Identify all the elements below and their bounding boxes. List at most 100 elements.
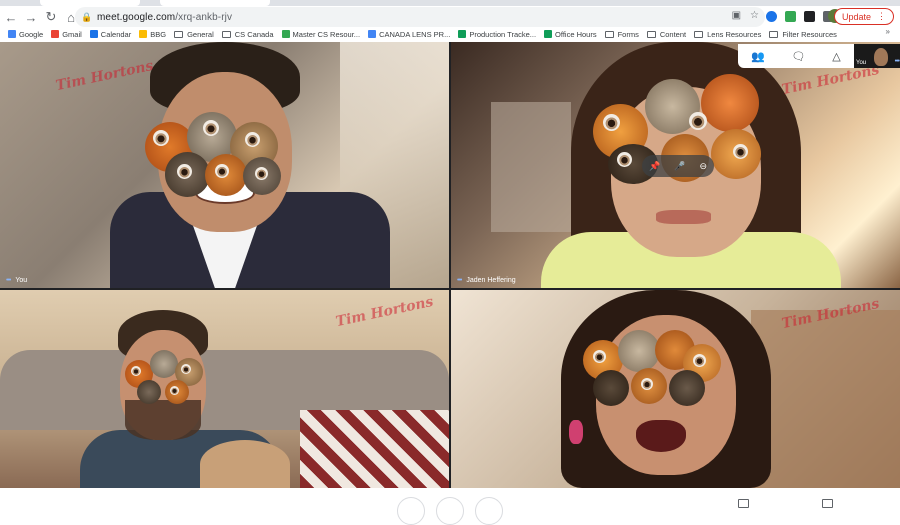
participant-tile[interactable]: Tim Hortons	[0, 290, 449, 488]
bookmark-blue-icon	[368, 30, 377, 38]
url-text: meet.google.com/xrq-ankb-rjv	[97, 12, 232, 23]
meet-grid: Tim Hortons ••• You Tim Hortons ••• Jaden …	[0, 42, 900, 488]
url-path: /xrq-ankb-rjv	[175, 11, 233, 23]
bookmark-label: CS Canada	[234, 29, 274, 39]
donut-glasses-lens	[145, 112, 281, 202]
audio-dots-icon: •••	[457, 277, 462, 284]
background-wall	[491, 102, 571, 232]
bookmark-item[interactable]: Forms	[604, 29, 639, 39]
background-door	[751, 310, 900, 488]
bookmark-label: BBG	[150, 29, 167, 39]
chat-icon[interactable]: 🗨	[792, 50, 806, 63]
folder-icon	[694, 30, 704, 38]
extensions-area	[766, 9, 834, 23]
participant-name-label: Jaden Heffering	[466, 277, 516, 284]
menu-kebab-icon: ⋮	[877, 11, 886, 21]
bookmark-label: Forms	[617, 29, 639, 39]
bookmark-label: Master CS Resour...	[292, 29, 361, 39]
mic-toggle-button[interactable]	[397, 497, 425, 525]
brand-watermark: Tim Hortons	[334, 293, 435, 331]
earring	[569, 420, 583, 444]
donut-glasses-lens	[583, 330, 723, 410]
url-host: meet.google.com	[97, 11, 176, 23]
google-icon	[8, 30, 16, 38]
activities-icon[interactable]: △	[832, 50, 840, 63]
bookmark-label: Calendar	[100, 29, 132, 39]
bookmark-item[interactable]: Production Tracke...	[458, 30, 536, 39]
tile-hover-controls: 📌 🎤 ⊖	[642, 155, 714, 177]
drive-icon	[281, 30, 290, 38]
pin-icon[interactable]: 📌	[649, 161, 660, 172]
bookmark-item[interactable]: Gmail	[51, 30, 82, 39]
sheets-icon	[544, 30, 553, 38]
more-options-icon[interactable]: •••	[895, 58, 900, 65]
sheets-icon	[458, 30, 467, 38]
extension-green-icon[interactable]	[785, 10, 796, 22]
update-button[interactable]: Update ⋮	[833, 8, 894, 25]
participant-tile[interactable]: Tim Hortons ••• You	[0, 42, 449, 288]
folder-icon	[221, 30, 231, 38]
folder-icon	[604, 30, 614, 38]
bookmarks-overflow-icon[interactable]: »	[886, 27, 890, 36]
bookmark-item[interactable]: General	[174, 30, 214, 39]
bookmark-item[interactable]: Calendar	[89, 29, 132, 39]
donut-glasses-lens	[125, 350, 205, 405]
blanket	[300, 410, 449, 488]
bookmark-label: Production Tracke...	[469, 29, 537, 39]
bookmark-item[interactable]: Lens Resources	[694, 30, 761, 39]
camera-icon[interactable]: ▣	[732, 10, 741, 21]
participant-tile[interactable]: Tim Hortons	[451, 290, 900, 488]
calendar-icon	[89, 30, 98, 38]
folder-icon	[769, 30, 779, 38]
bookmark-label: Gmail	[62, 29, 82, 39]
camera-toggle-button[interactable]	[475, 497, 503, 525]
bookmark-label: Lens Resources	[707, 29, 762, 39]
bookmark-item[interactable]: Google	[8, 30, 43, 39]
brand-watermark: Tim Hortons	[54, 57, 155, 95]
bookmark-item[interactable]: Content	[646, 29, 687, 39]
star-icon[interactable]: ☆	[750, 10, 759, 21]
people-icon[interactable]: 👥	[751, 50, 765, 63]
meet-top-panel: 👥 🗨 △	[738, 44, 854, 68]
leave-call-button[interactable]	[436, 497, 464, 525]
bookmarks-bar: Google Gmail Calendar BBG General CS Canada Ma…	[0, 27, 900, 41]
meet-bottom-bar	[0, 488, 900, 525]
bookmark-item[interactable]: Office Hours	[544, 30, 597, 39]
bookmark-item[interactable]: CANADA LENS PR...	[368, 30, 450, 39]
browser-toolbar: ← → ↻ ⌂ 🔒 meet.google.com/xrq-ankb-rjv ▣…	[0, 6, 900, 28]
reload-icon[interactable]: ↻	[42, 8, 60, 26]
beard	[125, 400, 201, 440]
bookmark-item[interactable]: Master CS Resour...	[281, 29, 361, 39]
bookmark-label: Office Hours	[555, 29, 597, 39]
self-view-label: You	[856, 60, 867, 66]
bookmark-item[interactable]: BBG	[139, 30, 166, 39]
lock-icon: 🔒	[81, 11, 93, 22]
bookmark-label: Google	[19, 29, 44, 39]
bookmark-label: Filter Resources	[782, 29, 837, 39]
address-bar[interactable]: 🔒 meet.google.com/xrq-ankb-rjv ▣ ☆	[75, 7, 765, 27]
back-icon[interactable]: ←	[2, 8, 20, 26]
mic-icon[interactable]: 🎤	[674, 161, 685, 172]
extension-dark-icon[interactable]	[804, 10, 815, 22]
participant-name: ••• You	[6, 277, 27, 284]
extension-blue-icon[interactable]	[766, 10, 777, 22]
participant-name: ••• Jaden Heffering	[457, 277, 516, 284]
bookmark-label: Content	[659, 29, 687, 39]
open-mouth	[636, 420, 686, 452]
lips	[656, 210, 711, 224]
self-view-thumbnail[interactable]: You •••	[854, 44, 900, 68]
self-view-face	[874, 48, 888, 66]
folder-icon	[646, 30, 656, 38]
forward-icon[interactable]: →	[22, 8, 40, 26]
folder-icon	[174, 30, 184, 38]
gmail-icon	[51, 30, 60, 38]
update-label: Update	[841, 11, 871, 22]
bookmark-label: General	[187, 29, 214, 39]
brand-watermark: Tim Hortons	[780, 61, 881, 99]
bookmark-item[interactable]: Filter Resources	[769, 30, 837, 39]
bookmark-item[interactable]: CS Canada	[221, 29, 274, 39]
remove-icon[interactable]: ⊖	[699, 161, 707, 172]
bookmark-label: CANADA LENS PR...	[379, 29, 451, 39]
audio-dots-icon: •••	[6, 277, 11, 284]
participant-name-label: You	[15, 277, 28, 284]
